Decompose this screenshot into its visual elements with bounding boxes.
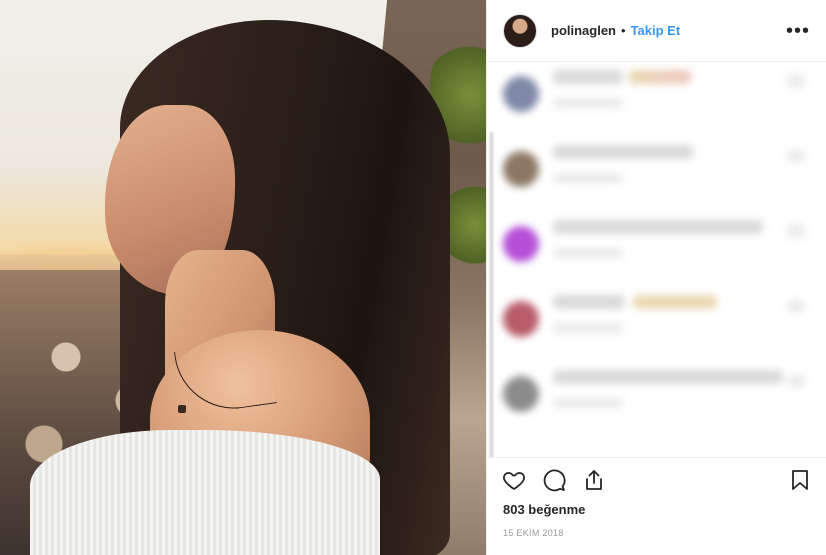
list-item xyxy=(487,137,826,212)
comment-username[interactable] xyxy=(553,295,625,309)
more-options-icon[interactable]: ••• xyxy=(786,21,810,41)
username-link[interactable]: polinaglen xyxy=(551,23,616,38)
pendant xyxy=(178,405,186,413)
bush xyxy=(445,180,486,270)
comment-like-icon[interactable] xyxy=(787,149,805,163)
separator-dot: • xyxy=(621,23,626,38)
comment-like-icon[interactable] xyxy=(787,74,805,88)
comments-list[interactable] xyxy=(487,62,826,457)
like-button[interactable] xyxy=(501,467,527,493)
comment-icon xyxy=(543,469,566,491)
scrollbar[interactable] xyxy=(490,132,493,457)
comment-like-icon[interactable] xyxy=(787,374,805,388)
save-button[interactable] xyxy=(787,467,813,493)
share-button[interactable] xyxy=(581,467,607,493)
comment-username[interactable] xyxy=(553,370,783,384)
list-item xyxy=(487,212,826,287)
post-side-panel: polinaglen • Takip Et ••• 803 beğenme 15… xyxy=(486,0,826,555)
comment-like-icon[interactable] xyxy=(787,224,805,238)
comment-emoji xyxy=(629,70,691,84)
avatar[interactable] xyxy=(503,13,537,48)
comment-avatar[interactable] xyxy=(503,76,539,112)
comment-avatar[interactable] xyxy=(503,151,539,187)
comment-meta xyxy=(553,398,623,408)
comment-username[interactable] xyxy=(553,70,623,84)
share-icon xyxy=(586,469,602,490)
heart-icon xyxy=(503,471,525,490)
list-item xyxy=(487,287,826,362)
comment-emoji xyxy=(633,295,717,309)
comment-meta xyxy=(553,98,623,108)
list-item xyxy=(487,62,826,137)
comment-avatar[interactable] xyxy=(503,301,539,337)
comment-meta xyxy=(553,173,623,183)
comment-avatar[interactable] xyxy=(503,226,539,262)
bookmark-icon xyxy=(792,469,808,490)
post-actions xyxy=(487,457,826,501)
comment-meta xyxy=(553,248,623,258)
post-photo[interactable] xyxy=(0,0,486,555)
likes-count[interactable]: 803 beğenme xyxy=(503,502,585,517)
comment-username[interactable] xyxy=(553,145,693,159)
comment-meta xyxy=(553,323,623,333)
post-header: polinaglen • Takip Et ••• xyxy=(487,0,826,62)
sweater xyxy=(30,430,380,555)
comment-username[interactable] xyxy=(553,220,763,234)
comment-avatar[interactable] xyxy=(503,376,539,412)
follow-button[interactable]: Takip Et xyxy=(631,23,681,38)
comment-like-icon[interactable] xyxy=(787,299,805,313)
comment-button[interactable] xyxy=(541,467,567,493)
list-item xyxy=(487,362,826,437)
post-date[interactable]: 15 EKİM 2018 xyxy=(503,528,564,538)
